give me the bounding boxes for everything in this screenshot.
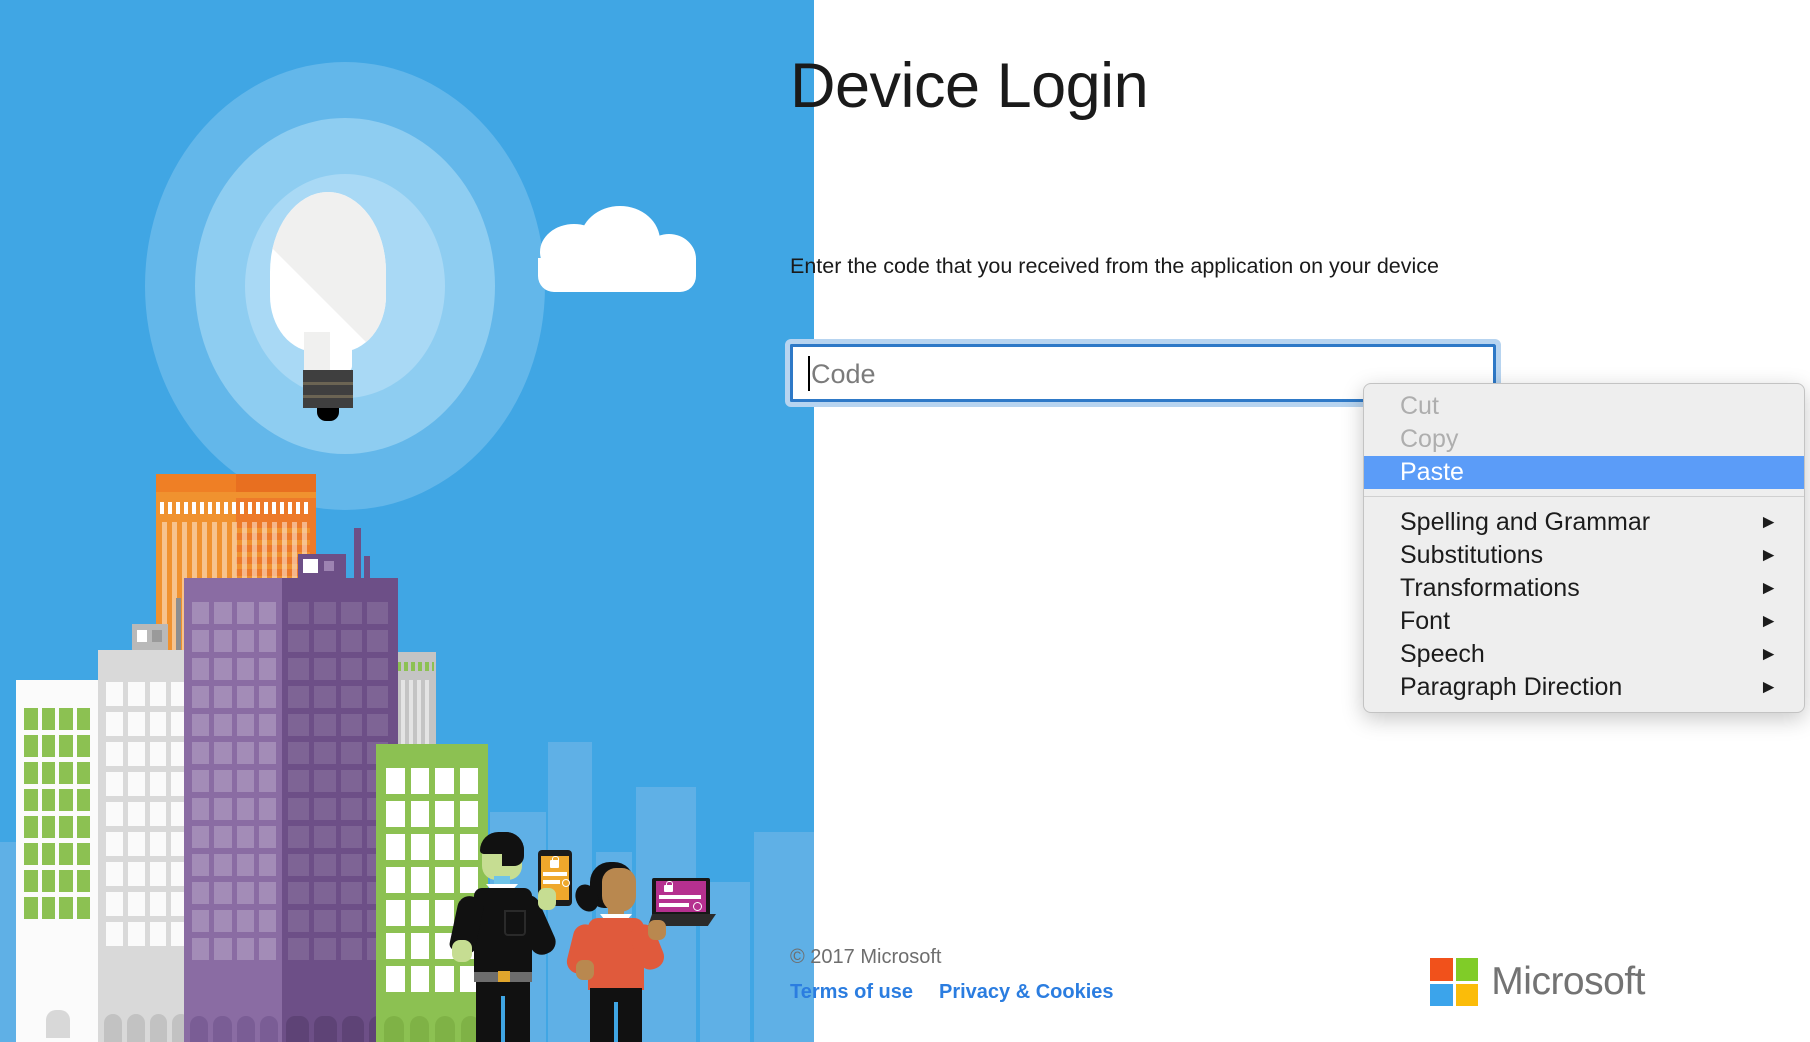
bulb-screw-base	[303, 370, 353, 408]
privacy-cookies-link[interactable]: Privacy & Cookies	[939, 981, 1114, 1004]
building-white	[16, 680, 98, 1042]
page-title: Device Login	[790, 51, 1149, 122]
bulb-glass	[270, 192, 386, 352]
instruction-text: Enter the code that you received from th…	[790, 254, 1439, 278]
terms-of-use-link[interactable]: Terms of use	[790, 981, 913, 1004]
building-grey	[98, 598, 196, 1042]
illustration-panel	[0, 0, 814, 1042]
logo-square-red	[1430, 958, 1453, 981]
menu-item-label: Paragraph Direction	[1400, 673, 1623, 701]
menu-item-label: Copy	[1400, 425, 1459, 453]
context-menu[interactable]: Cut Copy Paste Spelling and Grammar ► Su…	[1363, 383, 1805, 713]
menu-item-label: Speech	[1400, 640, 1485, 668]
bulb-contact-tip	[317, 408, 339, 421]
menu-item-label: Substitutions	[1400, 541, 1544, 569]
person-with-laptop	[562, 862, 716, 1042]
menu-item-label: Transformations	[1400, 574, 1580, 602]
text-caret	[808, 356, 810, 391]
menu-item-transformations[interactable]: Transformations ►	[1364, 572, 1804, 605]
logo-square-yellow	[1455, 983, 1479, 1006]
logo-square-green	[1455, 958, 1479, 981]
logo-square-blue	[1430, 983, 1453, 1006]
bulb-base-ridge	[303, 382, 353, 385]
submenu-arrow-icon: ►	[1759, 611, 1778, 632]
cloud-icon	[538, 206, 696, 292]
menu-item-label: Paste	[1400, 458, 1464, 486]
menu-item-substitutions[interactable]: Substitutions ►	[1364, 539, 1804, 572]
menu-item-label: Font	[1400, 607, 1451, 635]
bulb-neck-shadow	[304, 332, 330, 372]
submenu-arrow-icon: ►	[1759, 578, 1778, 599]
person-with-tablet	[446, 832, 572, 1042]
background-tower	[754, 832, 814, 1042]
submenu-arrow-icon: ►	[1759, 644, 1778, 665]
building-purple	[184, 528, 398, 1042]
menu-item-font[interactable]: Font ►	[1364, 605, 1804, 638]
microsoft-squares-icon	[1430, 958, 1479, 1006]
submenu-arrow-icon: ►	[1759, 677, 1778, 698]
bulb-base-ridge	[303, 395, 353, 398]
menu-item-label: Spelling and Grammar	[1400, 508, 1651, 536]
submenu-arrow-icon: ►	[1759, 512, 1778, 533]
device-login-page: Device Login Enter the code that you rec…	[0, 0, 1810, 1042]
menu-item-speech[interactable]: Speech ►	[1364, 638, 1804, 671]
code-form: Enter the code that you received from th…	[785, 252, 1501, 407]
microsoft-logo: Microsoft	[1430, 958, 1645, 1006]
cloud-base	[538, 258, 696, 292]
microsoft-wordmark: Microsoft	[1491, 960, 1645, 1003]
menu-separator	[1364, 496, 1804, 497]
menu-item-paragraph-direction[interactable]: Paragraph Direction ►	[1364, 671, 1804, 704]
menu-item-copy: Copy	[1364, 423, 1804, 456]
bulb-glass-shadow	[270, 192, 386, 352]
menu-item-spelling-and-grammar[interactable]: Spelling and Grammar ►	[1364, 506, 1804, 539]
menu-item-label: Cut	[1400, 392, 1439, 420]
menu-item-cut: Cut	[1364, 390, 1804, 423]
lightbulb-icon	[258, 192, 398, 422]
submenu-arrow-icon: ►	[1759, 545, 1778, 566]
menu-item-paste[interactable]: Paste	[1364, 456, 1804, 489]
